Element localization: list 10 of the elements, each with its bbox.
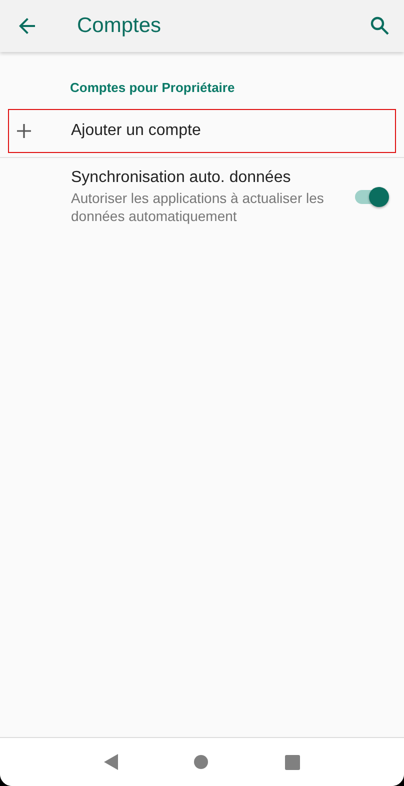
- setting-summary: Autoriser les applications à actualiser les données automatiquement: [71, 189, 325, 225]
- home-nav-icon[interactable]: [194, 755, 208, 769]
- plus-icon[interactable]: [17, 124, 31, 138]
- add-account-item[interactable]: Ajouter un compte: [71, 122, 395, 140]
- toggle-switch[interactable]: [353, 185, 389, 209]
- back-nav-icon[interactable]: [104, 754, 118, 770]
- recents-nav-icon[interactable]: [284, 754, 300, 770]
- section-header: Comptes pour Propriétaire: [70, 80, 236, 97]
- setting-title: Synchronisation auto. données: [71, 169, 292, 187]
- screen-title: Comptes: [77, 14, 162, 38]
